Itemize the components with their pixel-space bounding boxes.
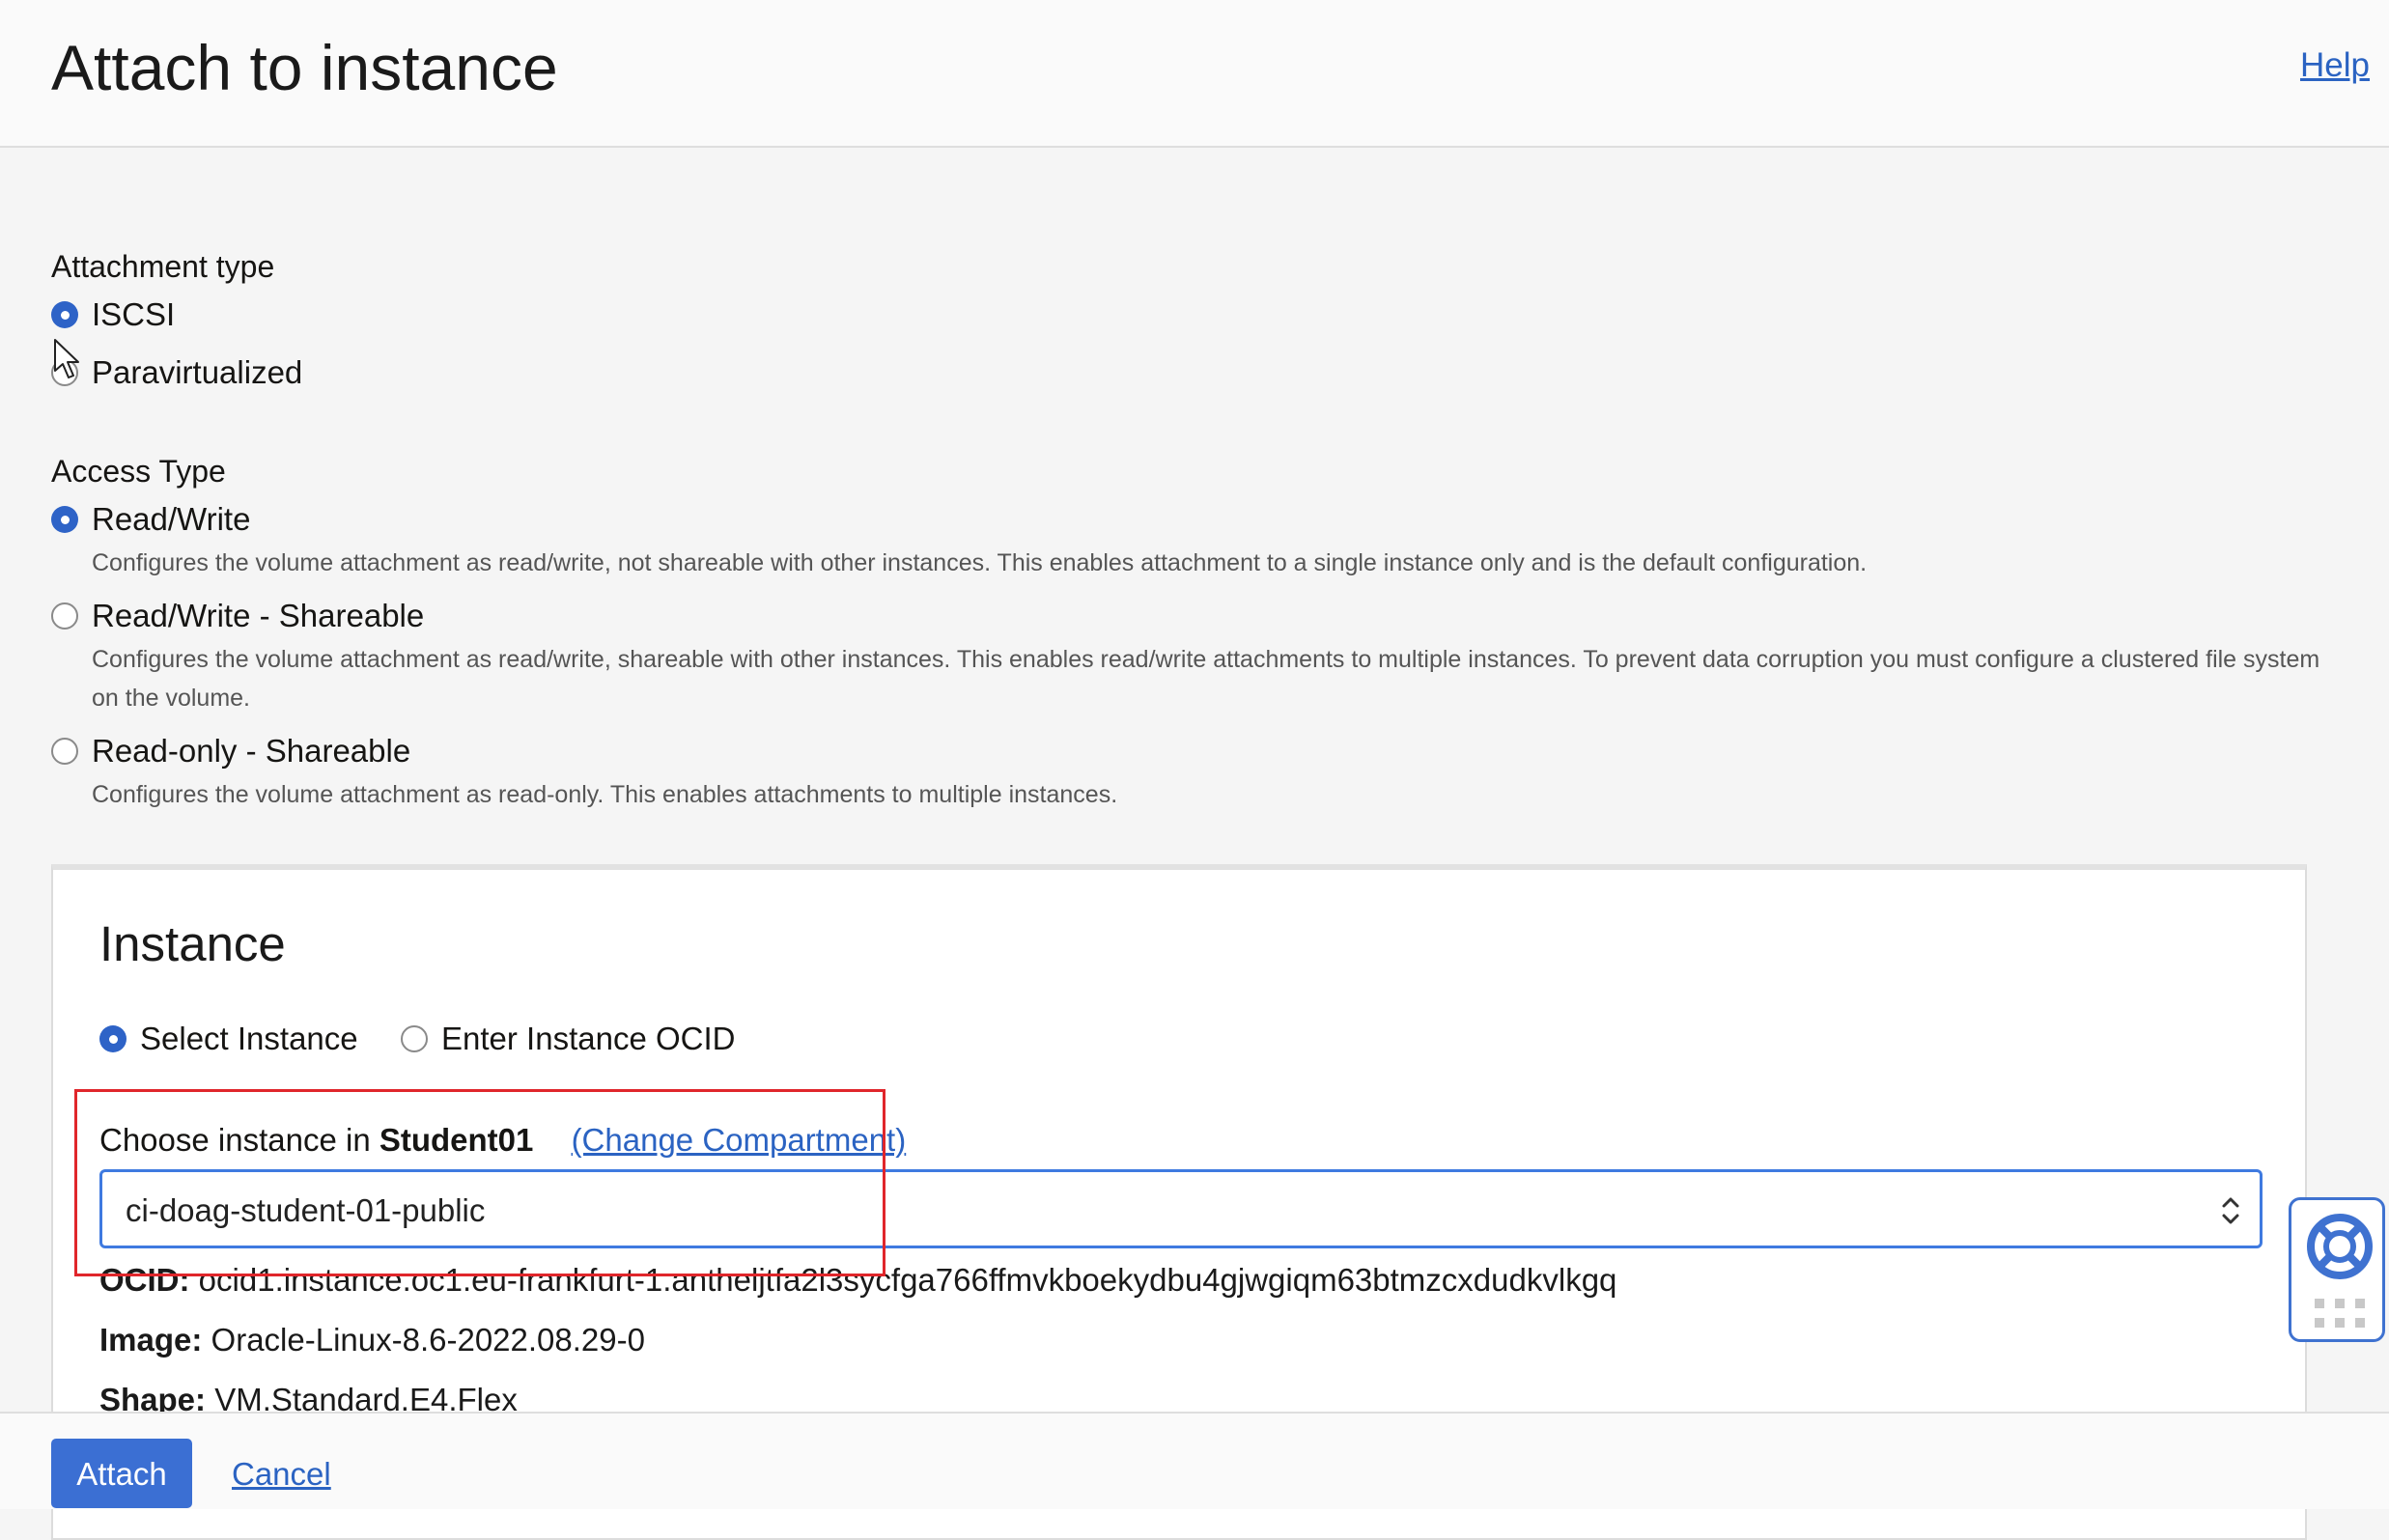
attach-button[interactable]: Attach: [51, 1439, 192, 1508]
radio-button-checked[interactable]: [51, 506, 78, 533]
radio-read-write-shareable[interactable]: Read/Write - Shareable: [51, 597, 424, 635]
radio-read-write-label: Read/Write: [92, 501, 251, 537]
ocid-value: ocid1.instance.oc1.eu-frankfurt-1.anthel…: [198, 1262, 1617, 1298]
read-write-description: Configures the volume attachment as read…: [92, 549, 1868, 576]
drag-handle-icon[interactable]: [2315, 1297, 2365, 1330]
radio-paravirtualized[interactable]: Paravirtualized: [51, 353, 302, 392]
page-title: Attach to instance: [51, 32, 558, 103]
radio-select-instance[interactable]: Select Instance: [99, 1020, 358, 1058]
image-value: Oracle-Linux-8.6-2022.08.29-0: [211, 1322, 645, 1358]
instance-title: Instance: [99, 916, 286, 971]
read-write-shareable-description: Configures the volume attachment as read…: [92, 646, 2320, 712]
radio-button-unchecked[interactable]: [401, 1025, 428, 1052]
radio-button-unchecked[interactable]: [51, 602, 78, 630]
radio-button-checked[interactable]: [51, 301, 78, 328]
page-header: Attach to instance Help: [0, 0, 2389, 148]
radio-read-only-shareable[interactable]: Read-only - Shareable: [51, 732, 410, 770]
change-compartment-link[interactable]: (Change Compartment): [572, 1122, 907, 1158]
access-type-label: Access Type: [51, 454, 226, 489]
instance-image: Image: Oracle-Linux-8.6-2022.08.29-0: [99, 1321, 645, 1359]
radio-button-checked[interactable]: [99, 1025, 126, 1052]
radio-read-write-shareable-label: Read/Write - Shareable: [92, 598, 425, 633]
instance-select[interactable]: ci-doag-student-01-public: [99, 1169, 2263, 1248]
compartment-name: Student01: [379, 1122, 534, 1158]
radio-button-unchecked[interactable]: [51, 738, 78, 765]
radio-paravirtualized-label: Paravirtualized: [92, 354, 303, 390]
radio-iscsi-label: ISCSI: [92, 296, 176, 332]
image-label: Image:: [99, 1322, 203, 1358]
instance-ocid: OCID: ocid1.instance.oc1.eu-frankfurt-1.…: [99, 1261, 1616, 1300]
help-link[interactable]: Help: [2300, 46, 2370, 85]
attachment-type-label: Attachment type: [51, 249, 275, 284]
lifebuoy-icon: [2307, 1214, 2373, 1279]
help-widget[interactable]: [2289, 1197, 2385, 1342]
cancel-link[interactable]: Cancel: [232, 1456, 331, 1493]
radio-enter-instance-ocid[interactable]: Enter Instance OCID: [401, 1020, 735, 1058]
instance-select-value: ci-doag-student-01-public: [126, 1192, 486, 1228]
read-only-shareable-description: Configures the volume attachment as read…: [92, 781, 1118, 808]
page-footer: Attach Cancel: [0, 1412, 2389, 1509]
radio-select-instance-label: Select Instance: [140, 1021, 358, 1056]
mouse-cursor-icon: [54, 339, 79, 378]
radio-iscsi[interactable]: ISCSI: [51, 295, 175, 334]
ocid-label: OCID:: [99, 1262, 190, 1298]
choose-instance-prefix: Choose instance in: [99, 1122, 371, 1158]
radio-enter-instance-ocid-label: Enter Instance OCID: [441, 1021, 736, 1056]
radio-read-only-shareable-label: Read-only - Shareable: [92, 733, 411, 769]
choose-instance-label: Choose instance in Student01 (Change Com…: [99, 1121, 906, 1160]
chevron-up-down-icon: [2222, 1197, 2239, 1224]
radio-read-write[interactable]: Read/Write: [51, 500, 250, 539]
